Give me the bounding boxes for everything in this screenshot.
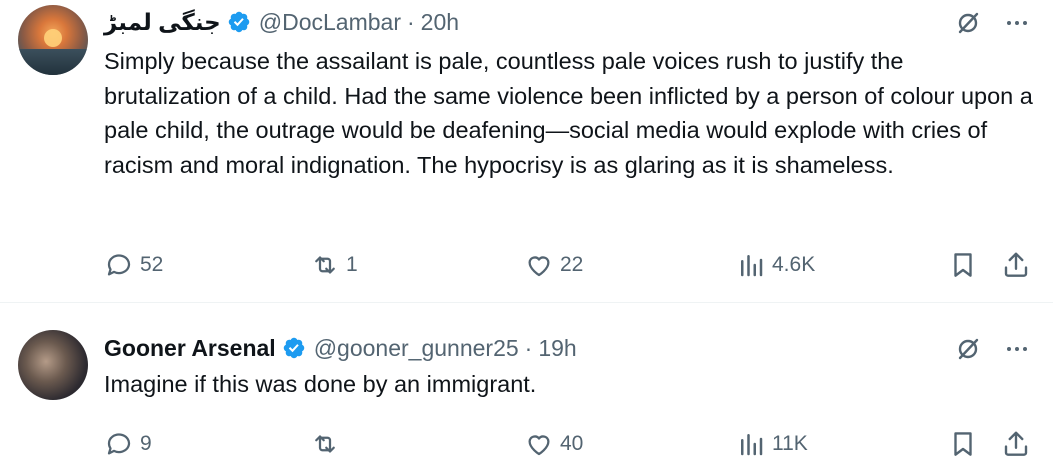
heart-icon xyxy=(528,435,550,456)
reply-count: 52 xyxy=(140,253,164,276)
reply-button[interactable]: 52 xyxy=(104,248,163,282)
tweet-text: Simply because the assailant is pale, co… xyxy=(104,48,1033,178)
avatar[interactable] xyxy=(18,5,88,75)
like-count: 22 xyxy=(560,253,584,276)
heart-icon xyxy=(528,256,550,277)
share-button[interactable] xyxy=(1001,427,1031,461)
views-count: 11K xyxy=(772,432,808,455)
repost-icon xyxy=(315,256,335,274)
like-button[interactable]: 22 xyxy=(524,248,583,282)
views-count: 4.6K xyxy=(772,253,816,276)
more-options-icon[interactable] xyxy=(1005,11,1029,35)
tweet-top-actions xyxy=(953,334,1029,364)
author-handle[interactable]: @DocLambar xyxy=(259,9,401,36)
reply-button[interactable]: 9 xyxy=(104,427,152,461)
grok-icon[interactable] xyxy=(953,8,983,38)
author-handle[interactable]: @gooner_gunner25 xyxy=(314,335,519,362)
tweet-top-actions xyxy=(953,8,1029,38)
share-button[interactable] xyxy=(1001,248,1031,282)
avatar-horizon-graphic xyxy=(18,49,88,75)
tweet-actions: 9 40 11K xyxy=(104,427,1040,461)
tweet[interactable]: جنگی لمبڑ @DocLambar · 20h Simply becaus… xyxy=(0,0,1053,303)
like-count: 40 xyxy=(560,432,584,455)
repost-button[interactable]: 1 xyxy=(310,248,358,282)
bookmark-button[interactable] xyxy=(948,248,978,282)
avatar-sun-graphic xyxy=(44,29,62,47)
more-options-icon[interactable] xyxy=(1005,337,1029,361)
repost-icon xyxy=(315,435,335,453)
tweet[interactable]: Gooner Arsenal @gooner_gunner25 · 19h Im… xyxy=(0,303,1053,463)
timestamp[interactable]: 20h xyxy=(421,9,459,36)
views-button[interactable]: 11K xyxy=(736,427,808,461)
share-icon xyxy=(1004,252,1028,277)
tweet-header: Gooner Arsenal @gooner_gunner25 · 19h xyxy=(104,330,577,366)
share-icon xyxy=(1004,431,1028,456)
timestamp[interactable]: 19h xyxy=(538,335,576,362)
verified-badge-icon xyxy=(228,11,250,33)
bookmark-icon xyxy=(954,432,972,456)
author-name[interactable]: جنگی لمبڑ xyxy=(104,9,221,36)
reply-icon xyxy=(107,254,131,276)
avatar[interactable] xyxy=(18,330,88,400)
views-button[interactable]: 4.6K xyxy=(736,248,815,282)
verified-badge-icon xyxy=(283,337,304,359)
views-chart-icon xyxy=(741,255,763,277)
reply-count: 9 xyxy=(140,432,152,455)
bookmark-button[interactable] xyxy=(948,427,978,461)
separator-dot: · xyxy=(524,334,533,361)
repost-button[interactable] xyxy=(310,427,346,461)
reply-icon xyxy=(107,433,131,455)
grok-icon[interactable] xyxy=(953,334,983,364)
tweet-header: جنگی لمبڑ @DocLambar · 20h xyxy=(104,4,459,40)
separator-dot: · xyxy=(407,8,415,35)
repost-count: 1 xyxy=(346,253,358,276)
author-name[interactable]: Gooner Arsenal xyxy=(104,335,276,362)
views-chart-icon xyxy=(741,434,763,456)
like-button[interactable]: 40 xyxy=(524,427,583,461)
bookmark-icon xyxy=(954,253,972,277)
tweet-text: Imagine if this was done by an immigrant… xyxy=(104,371,537,397)
tweet-actions: 52 1 22 4.6K xyxy=(104,248,1040,282)
